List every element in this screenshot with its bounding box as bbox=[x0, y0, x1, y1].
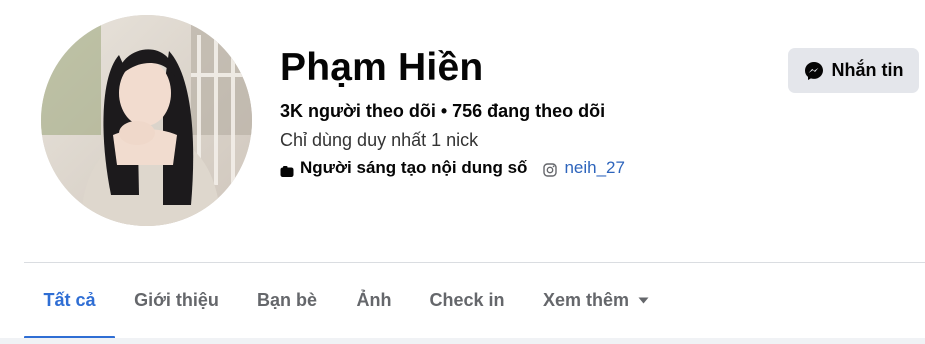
tab-checkins[interactable]: Check in bbox=[412, 263, 522, 338]
tab-more-label: Xem thêm bbox=[542, 290, 630, 310]
tab-photos[interactable]: Ảnh bbox=[336, 263, 412, 338]
tab-more[interactable]: Xem thêm bbox=[522, 263, 670, 338]
tab-all[interactable]: Tất cả bbox=[24, 263, 115, 339]
message-button-label: Nhắn tin bbox=[831, 60, 904, 80]
profile-meta: Người sáng tạo nội dung số neih_27 bbox=[280, 157, 625, 179]
profile-avatar[interactable] bbox=[41, 15, 252, 226]
creator-category: Người sáng tạo nội dung số bbox=[300, 158, 528, 177]
profile-tabs: Tất cả Giới thiệu Bạn bè Ảnh Check in Xe… bbox=[24, 263, 925, 339]
page-background-strip bbox=[0, 338, 925, 344]
message-button[interactable]: Nhắn tin bbox=[788, 48, 919, 93]
video-camera-icon bbox=[280, 162, 294, 177]
tab-about[interactable]: Giới thiệu bbox=[115, 263, 238, 338]
caret-down-icon bbox=[638, 297, 649, 304]
profile-name: Phạm Hiền bbox=[280, 46, 484, 89]
tab-all-label: Tất cả bbox=[43, 290, 96, 310]
instagram-link[interactable]: neih_27 bbox=[564, 157, 625, 179]
instagram-icon bbox=[543, 161, 558, 177]
avatar-photo bbox=[41, 15, 252, 226]
follow-stats[interactable]: 3K người theo dõi • 756 đang theo dõi bbox=[280, 100, 605, 122]
tab-friends-label: Bạn bè bbox=[256, 290, 317, 310]
tab-friends[interactable]: Bạn bè bbox=[238, 263, 336, 338]
tab-about-label: Giới thiệu bbox=[134, 290, 219, 310]
messenger-icon bbox=[804, 61, 823, 80]
tab-photos-label: Ảnh bbox=[356, 290, 392, 310]
profile-bio: Chỉ dùng duy nhất 1 nick bbox=[280, 130, 479, 150]
tab-checkins-label: Check in bbox=[429, 290, 505, 310]
